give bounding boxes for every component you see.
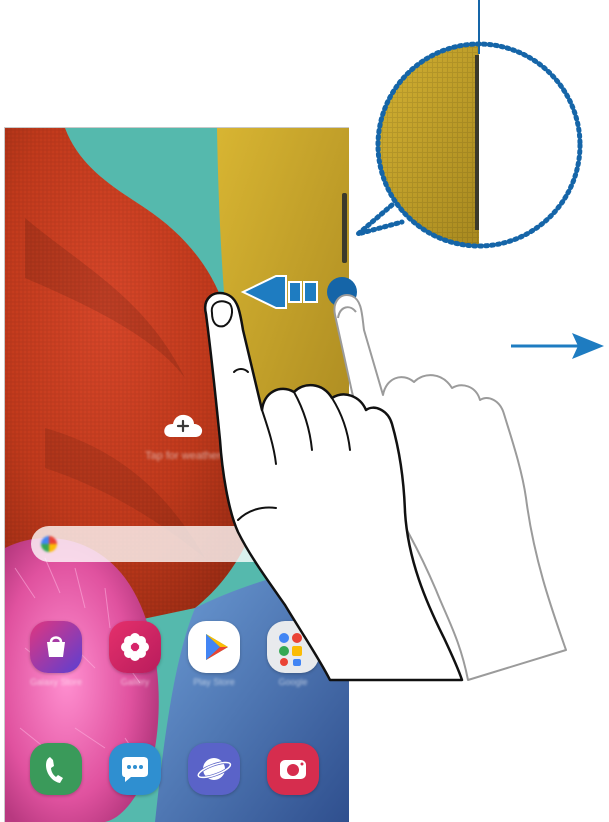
shopping-bag-icon bbox=[47, 636, 65, 657]
play-store-icon bbox=[206, 634, 228, 660]
cloud-add-icon bbox=[164, 414, 203, 437]
gallery-app[interactable] bbox=[109, 621, 161, 673]
internet-app[interactable] bbox=[188, 743, 240, 795]
app-label-play-store: Play Store bbox=[193, 677, 235, 687]
galaxy-store-app[interactable] bbox=[30, 621, 82, 673]
callout-tail bbox=[356, 202, 405, 237]
planet-icon bbox=[196, 758, 232, 780]
chat-bubble-icon bbox=[122, 757, 148, 782]
google-logo-icon bbox=[41, 536, 57, 552]
phone-icon bbox=[46, 757, 63, 783]
app-label-google: Google bbox=[278, 677, 308, 687]
camera-icon bbox=[280, 760, 306, 779]
magnified-edge-view bbox=[378, 44, 580, 246]
magnifier-outline bbox=[375, 41, 583, 249]
wallpaper bbox=[5, 128, 349, 822]
phone-app[interactable] bbox=[30, 743, 82, 795]
google-folder[interactable] bbox=[267, 621, 319, 673]
google-folder-icon bbox=[279, 633, 302, 666]
app-label-galaxy-store: Galaxy Store bbox=[29, 677, 83, 687]
app-label-gallery: Gallery bbox=[120, 677, 150, 687]
next-step-arrow-icon bbox=[511, 333, 604, 359]
ghost-hand bbox=[333, 294, 567, 681]
camera-app[interactable] bbox=[267, 743, 319, 795]
google-search-bar[interactable] bbox=[31, 526, 331, 562]
phone-screen: Tap for weather Galaxy Store Gallery Pla… bbox=[4, 127, 349, 822]
flower-icon bbox=[121, 633, 149, 661]
weather-text: Tap for weather bbox=[145, 450, 221, 462]
play-store-app[interactable] bbox=[188, 621, 240, 673]
weather-widget[interactable]: Tap for weather bbox=[113, 411, 253, 462]
messages-app[interactable] bbox=[109, 743, 161, 795]
